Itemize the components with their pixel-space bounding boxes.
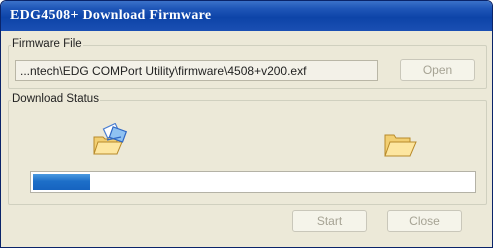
firmware-file-label: Firmware File <box>11 38 83 50</box>
download-progress-bar <box>30 171 476 193</box>
open-button[interactable]: Open <box>400 59 475 81</box>
close-button[interactable]: Close <box>387 210 462 232</box>
folder-transfer-icon <box>91 122 131 157</box>
download-firmware-dialog: EDG4508+ Download Firmware Firmware File… <box>0 0 493 248</box>
download-status-label: Download Status <box>11 93 100 105</box>
start-button[interactable]: Start <box>292 210 367 232</box>
firmware-path-field[interactable]: ...ntech\EDG COMPort Utility\firmware\45… <box>15 60 378 81</box>
progress-fill <box>33 174 91 190</box>
folder-open-icon <box>382 129 418 159</box>
title-bar[interactable]: EDG4508+ Download Firmware <box>1 1 492 31</box>
window-title: EDG4508+ Download Firmware <box>10 8 212 23</box>
